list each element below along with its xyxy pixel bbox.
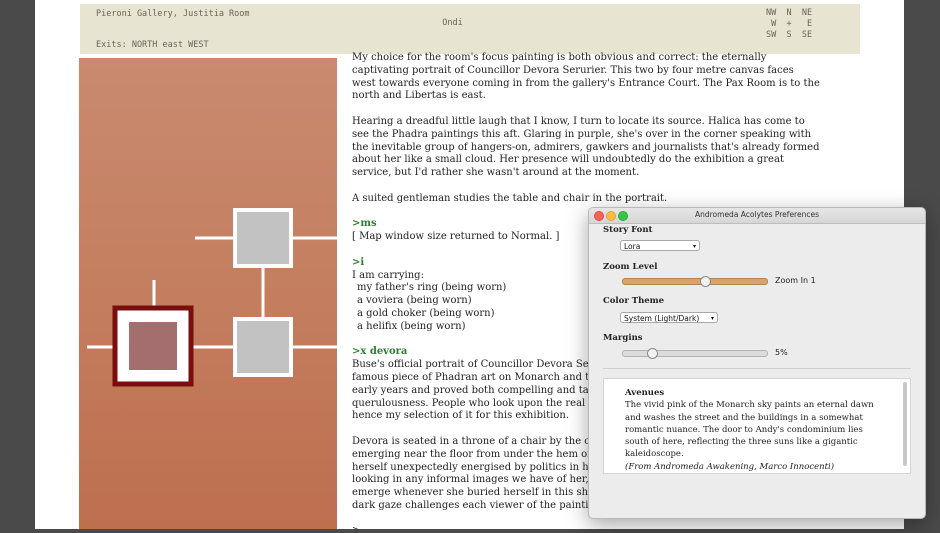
preferences-title: Andromeda Acolytes Preferences	[694, 210, 819, 219]
compass-row: NW N NE	[766, 8, 813, 18]
zoom-slider[interactable]	[622, 276, 768, 287]
compass-rose: NW N NE W + E SW S SE	[766, 8, 812, 41]
color-theme-label: Color Theme	[603, 296, 665, 306]
map-room-east[interactable]	[233, 317, 293, 377]
compass-row: SW S SE	[766, 30, 813, 40]
preferences-titlebar[interactable]: Andromeda Acolytes Preferences	[589, 208, 925, 224]
color-theme-value: System (Light/Dark)	[624, 314, 700, 323]
story-font-value: Lora	[624, 242, 641, 251]
zoom-slider-knob[interactable]	[700, 276, 712, 287]
command-prompt[interactable]: >	[352, 525, 820, 529]
status-bar: Pieroni Gallery, Justitia Room Ondi Exit…	[80, 4, 860, 54]
preferences-window: Andromeda Acolytes Preferences Story Fon…	[588, 207, 926, 519]
chevron-down-icon: ▾	[710, 315, 714, 322]
story-font-label: Story Font	[603, 225, 653, 235]
time-of-day: Ondi	[442, 18, 463, 28]
margins-value: 5%	[775, 348, 788, 357]
divider	[603, 368, 911, 369]
margins-slider[interactable]	[622, 348, 768, 359]
font-preview-pane: Avenues The vivid pink of the Monarch sk…	[603, 378, 911, 474]
zoom-level-label: Zoom Level	[603, 262, 658, 272]
map-room-current-fill	[129, 322, 177, 370]
margins-label: Margins	[603, 333, 643, 343]
map-graphic	[87, 208, 337, 387]
preview-credit: (From Andromeda Awakening, Marco Innocen…	[625, 461, 835, 472]
preview-body: The vivid pink of the Monarch sky paints…	[625, 400, 874, 460]
preview-scrollbar[interactable]	[903, 382, 907, 466]
compass-row: W + E	[766, 19, 813, 29]
chevron-down-icon: ▾	[692, 243, 696, 250]
map-room-north[interactable]	[233, 208, 293, 268]
story-paragraph: My choice for the room's focus painting …	[352, 52, 820, 102]
color-theme-select[interactable]: System (Light/Dark) ▾	[620, 312, 718, 323]
story-paragraph: A suited gentleman studies the table and…	[352, 192, 668, 204]
zoom-value: Zoom In 1	[775, 276, 816, 285]
margins-slider-knob[interactable]	[646, 348, 658, 359]
story-paragraph: Hearing a dreadful little laugh that I k…	[352, 115, 820, 179]
preview-heading: Avenues	[625, 388, 665, 398]
map-panel	[79, 58, 337, 529]
story-font-select[interactable]: Lora ▾	[620, 240, 700, 251]
exits-list: Exits: NORTH east WEST	[96, 40, 209, 50]
